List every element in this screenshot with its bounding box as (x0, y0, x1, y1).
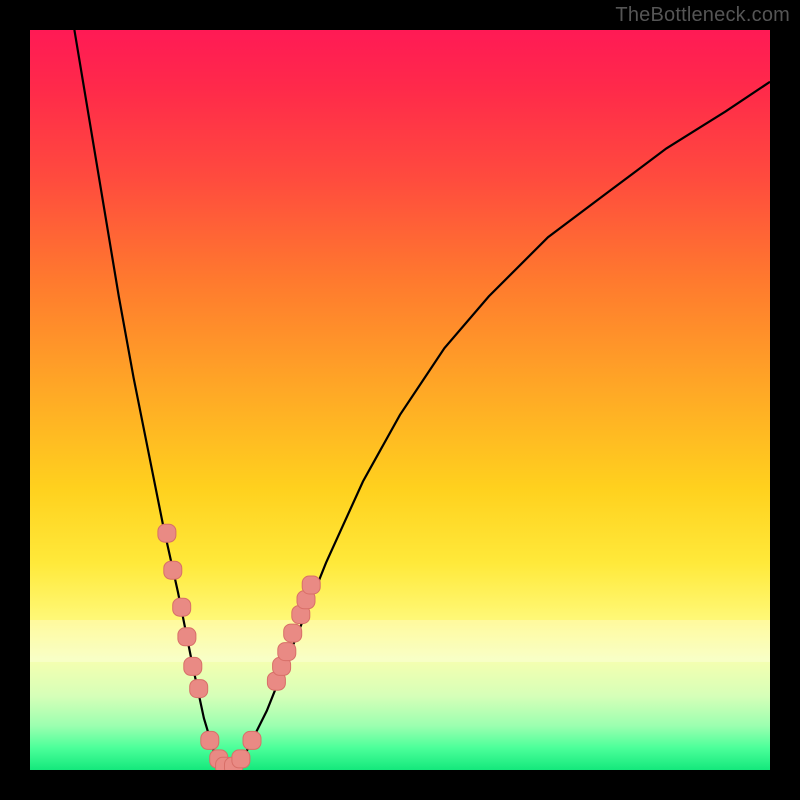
highlight-markers-group (158, 524, 320, 770)
highlight-marker (297, 591, 315, 609)
curve-svg (30, 30, 770, 770)
outer-frame: TheBottleneck.com (0, 0, 800, 800)
highlight-marker (164, 561, 182, 579)
highlight-marker (302, 576, 320, 594)
highlight-marker (184, 657, 202, 675)
highlight-marker (273, 657, 291, 675)
highlight-marker (178, 628, 196, 646)
highlight-marker (243, 731, 261, 749)
watermark-text: TheBottleneck.com (615, 4, 790, 27)
highlight-marker (232, 750, 250, 768)
highlight-marker (284, 624, 302, 642)
highlight-marker (158, 524, 176, 542)
highlight-marker (173, 598, 191, 616)
plot-area (30, 30, 770, 770)
bottleneck-curve (74, 30, 770, 770)
highlight-marker (278, 643, 296, 661)
highlight-marker (210, 750, 228, 768)
pale-yellow-band (30, 620, 770, 662)
highlight-marker (225, 757, 243, 770)
highlight-marker (201, 731, 219, 749)
highlight-marker (216, 757, 234, 770)
highlight-marker (190, 680, 208, 698)
highlight-marker (267, 672, 285, 690)
highlight-marker (292, 606, 310, 624)
